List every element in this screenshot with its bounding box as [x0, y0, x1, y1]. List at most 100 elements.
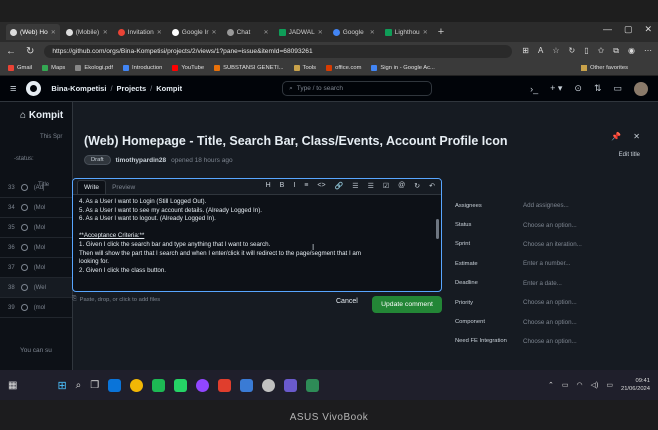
browser-tab-lighthouse[interactable]: Lighthou ✕	[381, 24, 432, 40]
taskbar-app-icon[interactable]	[218, 378, 232, 392]
battery-icon[interactable]: ▭	[606, 381, 613, 389]
project-filter[interactable]: -status:	[14, 156, 34, 162]
maximize-icon[interactable]: ▢	[624, 24, 633, 35]
read-aloud-icon[interactable]: A	[538, 46, 543, 56]
create-new-icon[interactable]: + ▾	[550, 83, 562, 94]
taskbar-app-icon[interactable]	[130, 378, 144, 392]
close-window-icon[interactable]: ✕	[644, 24, 652, 35]
close-tab-icon[interactable]: ✕	[212, 29, 217, 36]
list-item[interactable]: 35 (Mol	[0, 218, 72, 238]
close-tab-icon[interactable]: ✕	[103, 29, 108, 36]
comment-textarea[interactable]: 4. As a User I want to Login (Still Logg…	[73, 195, 441, 278]
field-assignees[interactable]: Assignees Add assignees...	[455, 196, 645, 215]
list-item[interactable]: 39 (mol	[0, 298, 72, 318]
mention-icon[interactable]: @	[398, 182, 405, 190]
command-palette-icon[interactable]: ›_	[530, 84, 538, 94]
task-view-icon[interactable]: ❐	[90, 380, 99, 391]
avatar[interactable]	[634, 81, 648, 96]
reload-icon[interactable]: ↻	[26, 46, 34, 57]
close-tab-icon[interactable]: ✕	[51, 29, 56, 36]
menu-icon[interactable]: ≡	[10, 83, 16, 95]
close-tab-icon[interactable]: ✕	[157, 29, 162, 36]
wifi-icon[interactable]: ◠	[577, 381, 583, 389]
field-priority[interactable]: Priority Choose an option...	[455, 293, 645, 312]
taskbar-app-icon[interactable]	[174, 378, 188, 392]
browser-tab-mobile[interactable]: (Mobile) ✕	[62, 24, 112, 40]
field-deadline[interactable]: Deadline Enter a date...	[455, 274, 645, 293]
browser-tab-google[interactable]: Google ✕	[329, 24, 379, 40]
minimize-icon[interactable]: —	[603, 24, 612, 35]
bold-icon[interactable]: B	[280, 182, 285, 190]
breadcrumb-project[interactable]: Kompit	[156, 84, 182, 93]
search-icon[interactable]: ⌕	[76, 380, 82, 391]
cancel-button[interactable]: Cancel	[336, 298, 358, 305]
task-list-icon[interactable]: ☑	[383, 182, 389, 190]
field-status[interactable]: Status Choose an option...	[455, 215, 645, 234]
pull-requests-icon[interactable]: ⇅	[594, 83, 602, 94]
undo-icon[interactable]: ↶	[429, 182, 435, 190]
grid-icon[interactable]: ⊞	[522, 46, 529, 56]
update-comment-button[interactable]: Update comment	[372, 296, 442, 313]
inbox-icon[interactable]: ▭	[613, 83, 622, 94]
taskbar-app-icon[interactable]	[262, 378, 276, 392]
favorites-icon[interactable]: ✩	[598, 46, 605, 56]
list-item[interactable]: 34 (Mol	[0, 198, 72, 218]
taskbar-app-icon[interactable]	[108, 378, 122, 392]
field-component[interactable]: Component Choose an option...	[455, 312, 645, 331]
edit-title-button[interactable]: Edit title	[619, 152, 640, 158]
other-favorites[interactable]: Other favorites	[580, 64, 628, 71]
tab-preview[interactable]: Preview	[106, 181, 141, 194]
browser-tab-google-ir[interactable]: Google Ir ✕	[168, 24, 221, 40]
bookmark-maps[interactable]: Maps	[42, 64, 65, 71]
issues-icon[interactable]: ⊙	[574, 83, 582, 94]
breadcrumb-org[interactable]: Bina-Kompetisi	[51, 84, 106, 93]
field-estimate[interactable]: Estimate Enter a number...	[455, 254, 645, 273]
collections-icon[interactable]: ⧉	[613, 46, 619, 56]
ordered-list-icon[interactable]: ☰	[368, 182, 374, 190]
new-tab-icon[interactable]: +	[438, 26, 444, 38]
tab-write[interactable]: Write	[77, 180, 107, 194]
bookmark-gmail[interactable]: Gmail	[8, 64, 32, 71]
browser-tab-invitation[interactable]: Invitation ✕	[114, 24, 166, 40]
taskbar-app-icon[interactable]	[152, 378, 166, 392]
profile-icon[interactable]: ◉	[628, 46, 635, 56]
pin-icon[interactable]: 📌	[611, 132, 621, 141]
taskbar-app-icon[interactable]	[306, 378, 320, 392]
refresh-icon[interactable]: ↻	[568, 46, 575, 56]
close-tab-icon[interactable]: ✕	[318, 29, 323, 36]
taskbar-app-icon[interactable]	[240, 378, 254, 392]
github-logo-icon[interactable]	[26, 81, 42, 96]
taskbar-app-icon[interactable]	[196, 378, 210, 392]
bookmark-google-signin[interactable]: Sign in - Google Ac...	[371, 64, 435, 71]
clock[interactable]: 09:41 21/06/2024	[621, 377, 650, 393]
close-tab-icon[interactable]: ✕	[370, 29, 375, 36]
list-item[interactable]: 33 (Adj	[0, 178, 72, 198]
volume-icon[interactable]: ◁)	[591, 381, 599, 389]
heading-icon[interactable]: H	[266, 182, 271, 190]
bookmark-substansi[interactable]: SUBSTANSI GENETI...	[214, 64, 284, 71]
favorite-star-icon[interactable]: ☆	[552, 46, 559, 56]
more-menu-icon[interactable]: ⋯	[644, 46, 652, 56]
close-tab-icon[interactable]: ✕	[264, 29, 269, 36]
list-item[interactable]: 36 (Mol	[0, 238, 72, 258]
bookmark-youtube[interactable]: YouTube	[172, 64, 204, 71]
browser-tab-chat[interactable]: Chat ✕	[223, 24, 273, 40]
field-sprint[interactable]: Sprint Choose an iteration...	[455, 235, 645, 254]
taskbar-app-icon[interactable]	[284, 378, 298, 392]
list-item[interactable]: 37 (Mol	[0, 258, 72, 278]
chevron-up-icon[interactable]: ⌃	[548, 381, 554, 389]
quote-icon[interactable]: ≡	[304, 182, 308, 190]
browser-tab-web-homepage[interactable]: (Web) Ho ✕	[6, 24, 60, 40]
attach-files[interactable]: ⎘ Paste, drop, or click to add files	[72, 296, 160, 303]
close-tab-icon[interactable]: ✕	[423, 29, 428, 36]
bookmark-introduction[interactable]: Introduction	[123, 64, 162, 71]
widgets-icon[interactable]: ▦	[8, 380, 17, 391]
browser-tab-jadwal[interactable]: JADWAL ✕	[275, 24, 327, 40]
author-link[interactable]: timothypardin28	[116, 157, 167, 164]
unordered-list-icon[interactable]: ☰	[352, 182, 358, 190]
editor-scrollbar[interactable]	[436, 219, 439, 239]
project-view-label[interactable]: This Spr	[40, 134, 62, 140]
split-screen-icon[interactable]: ▯	[584, 46, 588, 56]
code-icon[interactable]: <>	[317, 182, 325, 190]
bookmark-office[interactable]: office.com	[326, 64, 361, 71]
